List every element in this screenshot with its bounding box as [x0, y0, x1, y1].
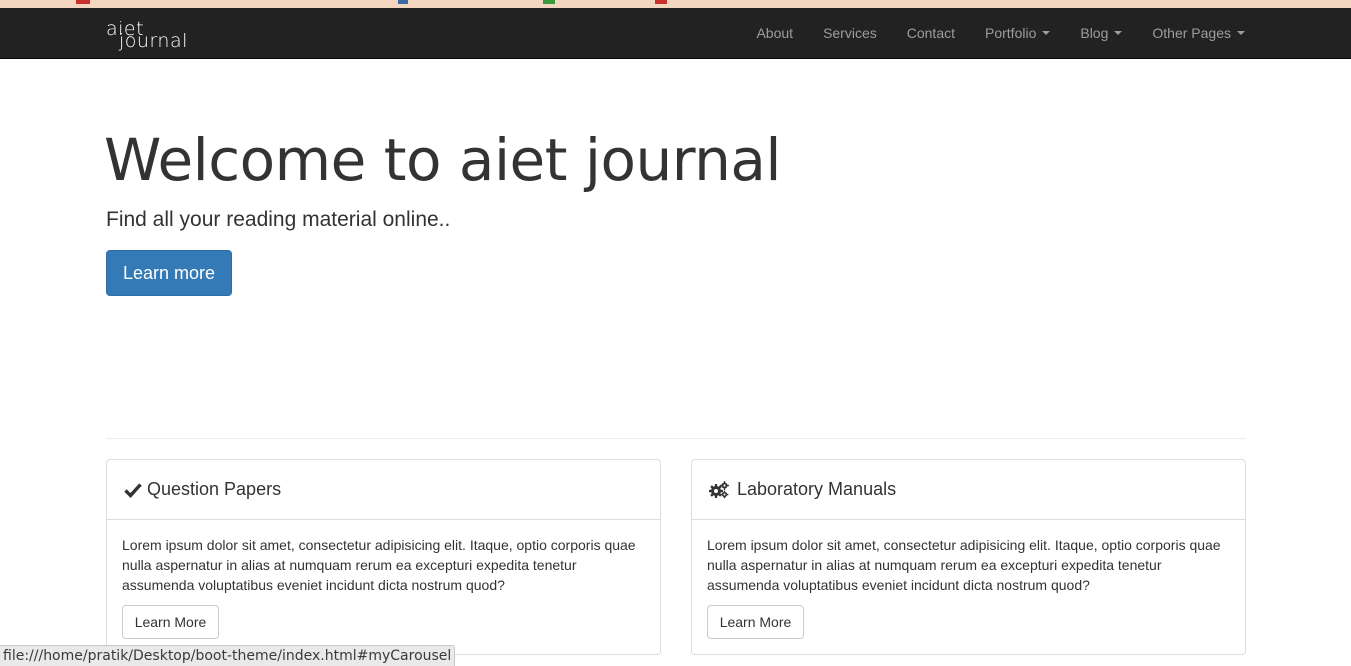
browser-status-url: file:///home/pratik/Desktop/boot-theme/i…	[0, 645, 456, 666]
bookmark-mark	[655, 0, 667, 4]
panel-title: Question Papers	[147, 479, 282, 499]
nav-item-services[interactable]: Services	[808, 8, 892, 58]
nav-item-about[interactable]: About	[741, 8, 808, 58]
nav-menu: About Services Contact Portfolio Blog Ot…	[741, 8, 1245, 58]
panel-question-papers: Question Papers Lorem ipsum dolor sit am…	[106, 459, 661, 655]
learn-more-button[interactable]: Learn more	[106, 250, 232, 296]
nav-item-label: About	[756, 25, 794, 41]
brand-line-2: journal	[119, 30, 188, 52]
hero-title: Welcome to aiet journal	[104, 126, 782, 194]
nav-item-label: Other Pages	[1152, 25, 1231, 41]
bookmark-mark	[543, 0, 555, 4]
panel-text: Lorem ipsum dolor sit amet, consectetur …	[122, 537, 636, 593]
panel-body: Lorem ipsum dolor sit amet, consectetur …	[107, 520, 660, 639]
bookmark-mark	[76, 0, 90, 4]
caret-down-icon	[1042, 31, 1051, 35]
nav-item-blog[interactable]: Blog	[1065, 8, 1137, 58]
learn-more-question-papers-button[interactable]: Learn More	[122, 605, 219, 639]
nav-item-portfolio[interactable]: Portfolio	[970, 8, 1065, 58]
caret-down-icon	[1114, 31, 1123, 35]
brand-logo[interactable]: aiet journal	[106, 20, 196, 52]
hero-subtitle: Find all your reading material online..	[106, 208, 451, 231]
nav-item-other-pages[interactable]: Other Pages	[1137, 8, 1245, 58]
panel-laboratory-manuals: Laboratory Manuals Lorem ipsum dolor sit…	[691, 459, 1246, 655]
browser-top-strip	[0, 0, 1351, 8]
caret-down-icon	[1237, 31, 1245, 35]
nav-item-label: Portfolio	[985, 25, 1037, 41]
nav-item-contact[interactable]: Contact	[892, 8, 970, 58]
nav-item-label: Blog	[1080, 25, 1109, 41]
panel-title: Laboratory Manuals	[737, 479, 897, 499]
panel-heading: Laboratory Manuals	[692, 460, 1245, 520]
panel-body: Lorem ipsum dolor sit amet, consectetur …	[692, 520, 1245, 639]
top-navbar: aiet journal About Services Contact Port…	[0, 8, 1351, 59]
panel-text: Lorem ipsum dolor sit amet, consectetur …	[707, 537, 1221, 593]
bookmark-mark	[398, 0, 408, 4]
panel-heading: Question Papers	[107, 460, 660, 520]
gears-icon	[709, 480, 729, 500]
check-icon	[124, 480, 144, 500]
learn-more-laboratory-manuals-button[interactable]: Learn More	[707, 605, 804, 639]
nav-item-label: Services	[823, 25, 877, 41]
nav-item-label: Contact	[906, 25, 955, 41]
section-divider	[106, 438, 1246, 439]
